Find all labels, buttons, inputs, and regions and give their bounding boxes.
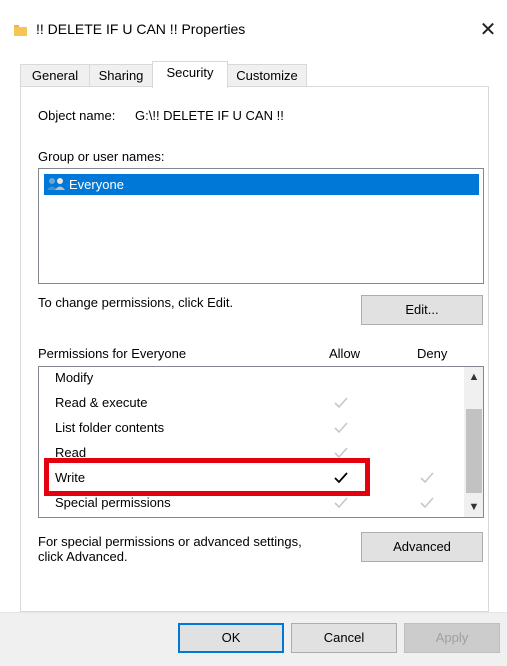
allow-checkmark-icon [334, 422, 348, 434]
permission-name: Special permissions [55, 495, 171, 510]
users-icon [47, 178, 65, 190]
deny-checkmark-icon [420, 472, 434, 484]
object-name-label: Object name: [38, 108, 116, 123]
apply-button[interactable]: Apply [404, 623, 500, 653]
permission-row-read: Read [39, 442, 464, 464]
list-item-everyone[interactable]: Everyone [44, 174, 479, 195]
tab-customize[interactable]: Customize [227, 64, 307, 88]
permission-name: List folder contents [55, 420, 165, 435]
permission-row-write: Write [39, 467, 464, 489]
permissions-scrollbar[interactable]: ▲ ▼ [464, 367, 483, 517]
group-user-listbox[interactable]: Everyone [38, 168, 484, 284]
allow-checkmark-icon [334, 447, 348, 459]
group-user-names-label: Group or user names: [38, 149, 165, 164]
deny-column-header: Deny [417, 346, 448, 361]
advanced-hint-line2: click Advanced. [38, 549, 128, 564]
permission-row-modify: Modify [39, 367, 464, 389]
scrollbar-thumb[interactable] [466, 409, 482, 493]
scroll-up-arrow-icon[interactable]: ▲ [464, 367, 483, 387]
permission-row-list-folder-contents: List folder contents [39, 417, 464, 439]
allow-checkmark-icon [334, 472, 348, 484]
tab-security[interactable]: Security [152, 61, 228, 88]
deny-checkmark-icon [420, 497, 434, 509]
permission-name: Modify [55, 370, 94, 385]
change-permissions-hint: To change permissions, click Edit. [38, 295, 234, 310]
user-name: Everyone [69, 177, 124, 192]
window-title: !! DELETE IF U CAN !! Properties [36, 21, 246, 37]
folder-icon [14, 25, 27, 36]
permissions-header: Permissions for Everyone [38, 346, 187, 361]
close-button[interactable]: ✕ [472, 14, 504, 46]
allow-checkmark-icon [334, 397, 348, 409]
advanced-hint-line1: For special permissions or advanced sett… [38, 534, 302, 549]
permission-name: Write [55, 470, 86, 485]
object-name-value: G:\!! DELETE IF U CAN !! [135, 108, 284, 123]
advanced-button[interactable]: Advanced [361, 532, 483, 562]
permission-row-read-execute: Read & execute [39, 392, 464, 414]
tab-sharing[interactable]: Sharing [89, 64, 153, 88]
permission-name: Read & execute [55, 395, 148, 410]
allow-column-header: Allow [329, 346, 361, 361]
permission-name: Read [55, 445, 87, 460]
permissions-list[interactable]: Modify Read & execute List folder conten… [38, 366, 484, 518]
allow-checkmark-icon [334, 497, 348, 509]
scroll-down-arrow-icon[interactable]: ▼ [464, 497, 483, 517]
edit-button[interactable]: Edit... [361, 295, 483, 325]
ok-button[interactable]: OK [178, 623, 284, 653]
tab-general[interactable]: General [20, 64, 90, 88]
title-bar: !! DELETE IF U CAN !! Properties ✕ [0, 0, 507, 60]
permission-row-special-permissions: Special permissions [39, 492, 464, 514]
cancel-button[interactable]: Cancel [291, 623, 397, 653]
